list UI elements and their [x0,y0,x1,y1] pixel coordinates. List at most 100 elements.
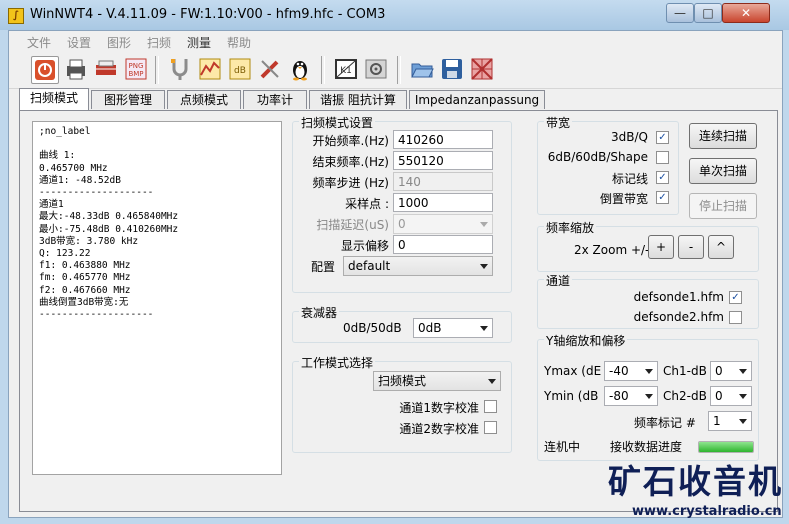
end-frequency-label: 结束频率.(Hz) [312,155,389,169]
settings-icon[interactable] [363,56,389,82]
minimize-button[interactable]: — [666,3,694,23]
frequency-marker-label: 频率标记 # [634,416,696,430]
channels-title: 通道 [544,272,573,289]
menu-sweep[interactable]: 扫频 [147,34,171,51]
ymax-select[interactable]: -40 [604,361,658,381]
svg-text:BMP: BMP [128,70,143,78]
tab-graph-management[interactable]: 图形管理 [91,90,165,109]
zoom-label: 2x Zoom +/- [574,243,650,257]
toolbar: PNG BMP dB K1 [9,52,782,89]
display-offset-input[interactable]: 0 [393,235,493,254]
ch1db-select[interactable]: 0 [710,361,752,381]
zoom-in-button[interactable]: + [648,235,674,259]
work-mode-select[interactable]: 扫频模式 [373,371,501,391]
svg-text:PNG: PNG [129,62,144,70]
q3db-checkbox[interactable]: ✓ [656,131,669,144]
ch2-calibration-checkbox[interactable] [484,421,497,434]
linux-penguin-icon[interactable] [287,56,313,82]
tab-resonance-impedance[interactable]: 谐振 阻抗计算 [309,90,407,109]
work-mode-value: 扫频模式 [378,374,427,388]
png-bmp-icon[interactable]: PNG BMP [123,56,149,82]
menu-measure[interactable]: 测量 [187,34,211,51]
channel1-checkbox[interactable]: ✓ [729,291,742,304]
config-select[interactable]: default [343,256,493,276]
work-mode-title: 工作模式选择 [299,354,376,371]
frequency-marker-select[interactable]: 1 [708,411,752,431]
title-bar: ∫ WinNWT4 - V.4.11.09 - FW:1.10:V00 - hf… [0,0,789,30]
ch1db-value: 0 [715,364,723,378]
sample-points-label: 采样点 : [345,197,389,211]
zoom-out-button[interactable]: - [678,235,704,259]
scan-delay-value: 0 [398,217,406,231]
power-icon[interactable] [31,56,59,84]
display-offset-label: 显示偏移 [340,239,389,253]
output-text-area[interactable]: ;no_label 曲线 1: 0.465700 MHz 通道1: -48.52… [32,121,282,475]
graph-icon[interactable] [197,56,223,82]
tab-spot-frequency[interactable]: 点频模式 [167,90,241,109]
printer-icon[interactable] [63,56,89,82]
marker-line-checkbox[interactable]: ✓ [656,171,669,184]
sample-points-input[interactable]: 1000 [393,193,493,212]
shape-checkbox[interactable] [656,151,669,164]
menu-settings[interactable]: 设置 [67,34,91,51]
channel2-checkbox[interactable] [729,311,742,324]
chevron-down-icon [645,394,653,399]
config-value: default [348,259,391,273]
tab-impedanzanpassung[interactable]: Impedanzanpassung [409,90,545,109]
svg-text:dB: dB [234,66,246,76]
frequency-step-input: 140 [393,172,493,191]
channel2-label: defsonde2.hfm [633,310,724,324]
bandwidth-group: 带宽 3dB/Q ✓ 6dB/60dB/Shape 标记线 ✓ 倒置带宽 ✓ [537,114,679,215]
connected-status: 连机中 [544,440,581,454]
menu-file[interactable]: 文件 [27,34,51,51]
attenuator-value: 0dB [418,321,442,335]
work-mode-group: 工作模式选择 扫频模式 通道1数字校准 通道2数字校准 [292,354,512,453]
ch2db-label: Ch2-dB [663,389,707,403]
chevron-down-icon [480,264,488,269]
ch2db-select[interactable]: 0 [710,386,752,406]
y-axis-group: Y轴缩放和偏移 Ymax (dE -40 Ch1-dB 0 Ymin (dB -… [537,332,759,461]
channels-group: 通道 defsonde1.hfm ✓ defsonde2.hfm [537,272,759,329]
chevron-down-icon [739,369,747,374]
screwdriver-icon[interactable] [257,56,283,82]
start-frequency-input[interactable]: 410260 [393,130,493,149]
attenuator-select[interactable]: 0dB [413,318,493,338]
menu-help[interactable]: 帮助 [227,34,251,51]
stop-scan-button: 停止扫描 [689,193,757,219]
inverted-bandwidth-checkbox[interactable]: ✓ [656,191,669,204]
ymin-select[interactable]: -80 [604,386,658,406]
ch2db-value: 0 [715,389,723,403]
frequency-step-label: 频率步进 (Hz) [312,176,389,190]
frequency-marker-value: 1 [713,414,721,428]
tab-sweep-mode[interactable]: 扫频模式 [19,88,89,110]
tuning-fork-icon[interactable] [167,56,193,82]
print-preview-icon[interactable] [93,56,119,82]
watermark-url: www.crystalradio.cn [632,504,782,519]
ch1db-label: Ch1-dB [663,364,707,378]
attenuator-label: 0dB/50dB [343,321,402,335]
single-scan-button[interactable]: 单次扫描 [689,158,757,184]
ch1-calibration-checkbox[interactable] [484,400,497,413]
client-area: 文件 设置 图形 扫频 测量 帮助 PNG BMP dB K1 扫频模式 图形管… [8,30,783,518]
ymax-label: Ymax (dE [544,364,602,378]
continuous-scan-button[interactable]: 连续扫描 [689,123,757,149]
grid-icon[interactable] [469,56,495,82]
app-window: ∫ WinNWT4 - V.4.11.09 - FW:1.10:V00 - hf… [0,0,789,524]
db-icon[interactable]: dB [227,56,253,82]
maximize-button[interactable]: □ [694,3,722,23]
receive-progress-fill [699,442,753,452]
tab-power-meter[interactable]: 功率计 [243,90,307,109]
menu-graph[interactable]: 图形 [107,34,131,51]
zoom-center-button[interactable]: ^ [708,235,734,259]
end-frequency-input[interactable]: 550120 [393,151,493,170]
start-frequency-label: 开始频率.(Hz) [312,134,389,148]
scan-delay-label: 扫描延迟(uS) [316,218,389,232]
scan-delay-select: 0 [393,214,493,234]
svg-text:K1: K1 [340,66,352,76]
save-icon[interactable] [439,56,465,82]
k1-icon[interactable]: K1 [333,56,359,82]
chevron-down-icon [488,379,496,384]
open-folder-icon[interactable] [409,56,435,82]
close-button[interactable]: ✕ [722,3,770,23]
window-title: WinNWT4 - V.4.11.09 - FW:1.10:V00 - hfm9… [30,7,386,22]
